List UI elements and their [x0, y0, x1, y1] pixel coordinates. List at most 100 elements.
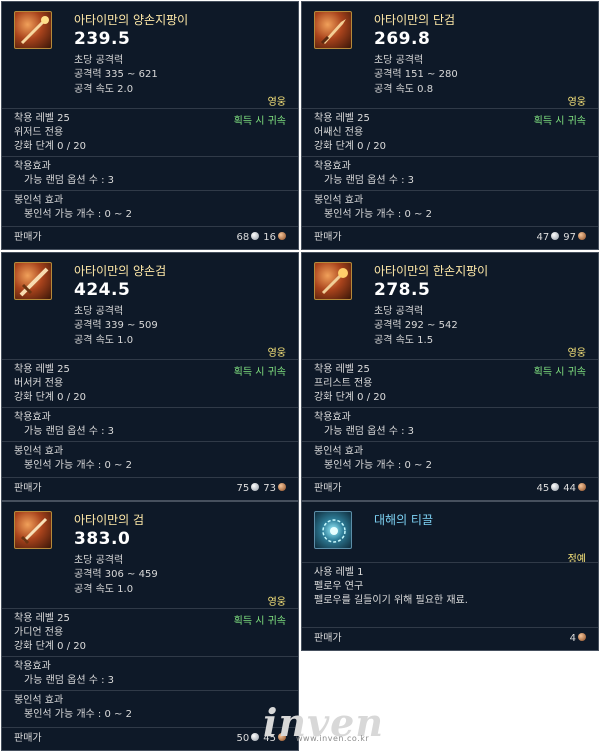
grade-label: 영웅 — [567, 97, 586, 108]
bind-status: 획득 시 귀속 — [233, 616, 286, 627]
sword-weapon-icon — [14, 511, 52, 549]
seal-effect-title: 봉인석 효과 — [14, 446, 64, 457]
material-description: 펠로우를 길들이기 위해 필요한 재료. — [314, 595, 468, 606]
attack-range: 공격력 339 ~ 509 — [74, 320, 158, 331]
dps-label: 초당 공격력 — [74, 306, 124, 317]
dps-label: 초당 공격력 — [374, 306, 424, 317]
bind-status: 획득 시 귀속 — [233, 116, 286, 127]
item-name: 아타이만의 양손지팡이 — [74, 13, 189, 27]
class-restriction: 어쌔신 전용 — [314, 127, 364, 138]
silver-amount: 45 — [536, 483, 550, 494]
seal-effect-section: 봉인석 효과 봉인석 가능 개수 : 0 ~ 2 — [302, 441, 598, 475]
equip-effect-section: 착용효과 가능 랜덤 옵션 수 : 3 — [2, 656, 298, 690]
item-tooltip-2: 아타이만의 양손검 424.5 초당 공격력 공격력 339 ~ 509 공격 … — [1, 252, 299, 501]
attack-speed: 공격 속도 1.0 — [74, 584, 134, 595]
requirements-section: 착용 레벨 25 획득 시 귀속 위저드 전용 강화 단계 0 / 20 — [2, 108, 298, 156]
seal-effect-section: 봉인석 효과 봉인석 가능 개수 : 0 ~ 2 — [302, 190, 598, 224]
class-restriction: 프리스트 전용 — [314, 378, 373, 389]
enhance-level: 강화 단계 0 / 20 — [14, 641, 86, 652]
sell-price-row: 판매가 75 73 — [2, 477, 298, 500]
random-option-count: 가능 랜덤 옵션 수 : 3 — [24, 426, 115, 437]
equip-effect-title: 착용효과 — [14, 661, 51, 672]
seal-effect-title: 봉인석 효과 — [314, 446, 364, 457]
dps-value: 424.5 — [74, 280, 131, 300]
sell-price-label: 판매가 — [14, 232, 42, 243]
material-info-section: 사용 레벨 1 펠로우 연구 펠로우를 길들이기 위해 필요한 재료. — [302, 562, 598, 610]
equip-effect-title: 착용효과 — [14, 161, 51, 172]
copper-amount: 97 — [563, 232, 576, 243]
sell-price-row: 판매가 47 97 — [302, 226, 598, 249]
copper-amount: 4 — [569, 633, 576, 644]
seal-slot-count: 봉인석 가능 개수 : 0 ~ 2 — [324, 209, 432, 220]
bind-status: 획득 시 귀속 — [533, 367, 586, 378]
staff-weapon-icon — [14, 11, 52, 49]
material-category: 펠로우 연구 — [314, 581, 364, 592]
attack-speed: 공격 속도 2.0 — [74, 84, 134, 95]
sell-price-label: 판매가 — [14, 483, 42, 494]
grade-label: 영웅 — [267, 97, 286, 108]
material-tooltip: 대해의 티끌 정예 사용 레벨 1 펠로우 연구 펠로우를 길들이기 위해 필요… — [301, 501, 599, 651]
class-restriction: 버서커 전용 — [14, 378, 64, 389]
requirements-section: 착용 레벨 25 획득 시 귀속 버서커 전용 강화 단계 0 / 20 — [2, 359, 298, 407]
equip-effect-section: 착용효과 가능 랜덤 옵션 수 : 3 — [302, 407, 598, 441]
silver-coin-icon — [251, 733, 260, 741]
silver-coin-icon — [551, 232, 560, 240]
equip-effect-title: 착용효과 — [314, 161, 351, 172]
random-option-count: 가능 랜덤 옵션 수 : 3 — [24, 675, 115, 686]
attack-range: 공격력 151 ~ 280 — [374, 69, 458, 80]
attack-speed: 공격 속도 1.0 — [74, 335, 134, 346]
dagger-weapon-icon — [314, 11, 352, 49]
item-name: 아타이만의 한손지팡이 — [374, 264, 489, 278]
dps-label: 초당 공격력 — [374, 55, 424, 66]
item-name: 아타이만의 단검 — [374, 13, 456, 27]
bind-status: 획득 시 귀속 — [233, 367, 286, 378]
random-option-count: 가능 랜덤 옵션 수 : 3 — [324, 426, 415, 437]
attack-range: 공격력 306 ~ 459 — [74, 569, 158, 580]
random-option-count: 가능 랜덤 옵션 수 : 3 — [324, 175, 415, 186]
dps-value: 383.0 — [74, 529, 131, 549]
dps-label: 초당 공격력 — [74, 55, 124, 66]
silver-coin-icon — [251, 483, 260, 491]
item-tooltip-1: 아타이만의 단검 269.8 초당 공격력 공격력 151 ~ 280 공격 속… — [301, 1, 599, 250]
silver-coin-icon — [551, 483, 560, 491]
sell-price-row: 판매가 50 45 — [2, 727, 298, 750]
copper-coin-icon — [578, 483, 586, 491]
seal-slot-count: 봉인석 가능 개수 : 0 ~ 2 — [24, 209, 132, 220]
enhance-level: 강화 단계 0 / 20 — [14, 392, 86, 403]
dps-label: 초당 공격력 — [74, 555, 124, 566]
silver-coin-icon — [251, 232, 260, 240]
silver-amount: 50 — [236, 733, 250, 744]
bind-status: 획득 시 귀속 — [533, 116, 586, 127]
sell-price-row: 판매가 68 16 — [2, 226, 298, 249]
item-tooltip-3: 아타이만의 한손지팡이 278.5 초당 공격력 공격력 292 ~ 542 공… — [301, 252, 599, 501]
seal-effect-title: 봉인석 효과 — [14, 195, 64, 206]
class-restriction: 위저드 전용 — [14, 127, 64, 138]
copper-coin-icon — [578, 232, 586, 240]
watermark-url: www.inven.co.kr — [296, 734, 370, 743]
dps-value: 239.5 — [74, 29, 131, 49]
seal-effect-section: 봉인석 효과 봉인석 가능 개수 : 0 ~ 2 — [2, 690, 298, 724]
grade-label: 영웅 — [267, 597, 286, 608]
enhance-level: 강화 단계 0 / 20 — [314, 141, 386, 152]
item-name: 아타이만의 검 — [74, 513, 145, 527]
sell-price-row: 판매가 45 44 — [302, 477, 598, 500]
copper-coin-icon — [278, 232, 286, 240]
seal-effect-title: 봉인석 효과 — [314, 195, 364, 206]
copper-amount: 44 — [563, 483, 576, 494]
sell-price-label: 판매가 — [14, 733, 42, 744]
attack-speed: 공격 속도 1.5 — [374, 335, 434, 346]
equip-effect-title: 착용효과 — [314, 412, 351, 423]
equip-effect-section: 착용효과 가능 랜덤 옵션 수 : 3 — [2, 407, 298, 441]
seal-slot-count: 봉인석 가능 개수 : 0 ~ 2 — [24, 709, 132, 720]
class-restriction: 가디언 전용 — [14, 627, 64, 638]
grade-label: 영웅 — [267, 348, 286, 359]
seal-effect-section: 봉인석 효과 봉인석 가능 개수 : 0 ~ 2 — [2, 441, 298, 475]
copper-amount: 16 — [263, 232, 276, 243]
use-level: 사용 레벨 1 — [314, 567, 364, 578]
grade-label: 영웅 — [567, 348, 586, 359]
random-option-count: 가능 랜덤 옵션 수 : 3 — [24, 175, 115, 186]
copper-amount: 73 — [263, 483, 276, 494]
equip-effect-section: 착용효과 가능 랜덤 옵션 수 : 3 — [302, 156, 598, 190]
requirements-section: 착용 레벨 25 획득 시 귀속 프리스트 전용 강화 단계 0 / 20 — [302, 359, 598, 407]
sell-price-label: 판매가 — [314, 483, 342, 494]
